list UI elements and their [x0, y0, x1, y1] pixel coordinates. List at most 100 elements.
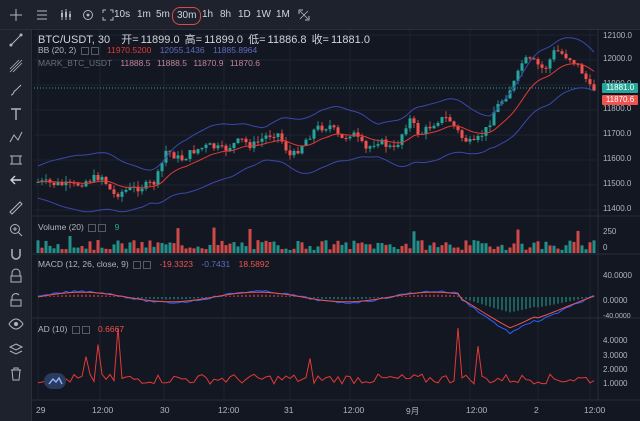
unlock-icon[interactable]	[8, 292, 24, 308]
zoom-icon[interactable]	[8, 222, 24, 238]
interval-1m[interactable]: 1m	[137, 7, 151, 23]
trend-line-icon[interactable]	[8, 32, 24, 48]
volume-bar	[208, 244, 212, 253]
interval-10s[interactable]: 10s	[114, 7, 130, 23]
drawing-toolbar	[0, 30, 32, 421]
volume-bar	[444, 242, 448, 253]
visibility-eye-icon[interactable]	[8, 316, 24, 332]
candle-body	[528, 57, 532, 59]
volume-bar	[148, 240, 152, 253]
interval-1w[interactable]: 1W	[256, 7, 271, 23]
volume-settings-icon[interactable]	[88, 223, 97, 232]
volume-bar	[396, 249, 400, 253]
volume-bar	[340, 244, 344, 253]
macd-close-icon[interactable]	[143, 260, 152, 269]
volume-bar	[192, 248, 196, 253]
lock-drawings-icon[interactable]	[8, 268, 24, 284]
volume-bar	[380, 243, 384, 253]
fullscreen-expand-icon[interactable]	[296, 7, 312, 23]
candle-body	[588, 79, 592, 85]
volume-bar	[400, 245, 404, 253]
candle-body	[392, 145, 396, 147]
interval-5m[interactable]: 5m	[156, 7, 170, 23]
volume-bar	[60, 249, 64, 253]
ad-settings-icon[interactable]	[71, 325, 80, 334]
candle-body	[388, 145, 392, 147]
pattern-tool-icon[interactable]	[8, 130, 24, 146]
ad-axis-label: 3.0000	[603, 351, 628, 360]
bb-settings-icon[interactable]	[80, 46, 89, 55]
volume-bar	[588, 242, 592, 253]
bb-close-icon[interactable]	[90, 46, 99, 55]
logo-badge-icon	[44, 373, 66, 389]
magnet-icon[interactable]	[8, 246, 24, 262]
candle-body	[540, 64, 544, 68]
candle-body	[376, 144, 380, 146]
trash-icon[interactable]	[8, 366, 24, 382]
volume-bar	[36, 240, 40, 253]
mark-price-tag: 11870.6	[602, 95, 638, 105]
candle-body	[560, 51, 564, 54]
fib-tool-icon[interactable]	[8, 58, 24, 74]
ad-close-icon[interactable]	[81, 325, 90, 334]
candle-body	[568, 58, 572, 61]
candle-body	[364, 140, 368, 149]
volume-bar	[404, 243, 408, 253]
volume-bar	[124, 248, 128, 253]
candle-body	[268, 135, 272, 137]
candle-style-icon[interactable]	[58, 7, 74, 23]
volume-bar	[248, 228, 252, 253]
interval-30m[interactable]: 30m	[172, 7, 202, 25]
candle-body	[256, 141, 260, 143]
candle-body	[580, 64, 584, 74]
back-arrow-icon[interactable]	[8, 172, 24, 188]
candle-body	[272, 136, 276, 138]
text-tool-icon[interactable]	[8, 106, 24, 122]
candle-body	[76, 183, 80, 186]
candle-body	[368, 146, 372, 149]
menu-icon[interactable]	[34, 7, 50, 23]
brush-icon[interactable]	[8, 82, 24, 98]
candle-body	[564, 53, 568, 59]
volume-bar	[392, 247, 396, 253]
volume-bar	[424, 249, 428, 253]
volume-bar	[92, 249, 96, 253]
volume-bar	[76, 247, 80, 253]
candle-body	[472, 138, 476, 141]
low-value: 11886.8	[267, 34, 307, 46]
candle-body	[572, 60, 576, 64]
settings-icon[interactable]	[80, 7, 96, 23]
candle-body	[408, 118, 412, 129]
candle-body	[120, 191, 124, 197]
volume-bar	[532, 242, 536, 253]
candle-body	[344, 138, 348, 140]
candle-body	[468, 138, 472, 142]
layers-icon[interactable]	[8, 342, 24, 358]
price-chart[interactable]	[32, 30, 640, 421]
volume-bar	[212, 227, 216, 253]
volume-bar	[580, 245, 584, 253]
interval-8h[interactable]: 8h	[220, 7, 231, 23]
measure-tool-icon[interactable]	[8, 152, 24, 168]
interval-1month[interactable]: 1M	[276, 7, 290, 23]
candle-body	[192, 150, 196, 154]
candle-body	[92, 174, 96, 182]
bb-basis-value: 11970.5200	[107, 45, 152, 55]
volume-bar	[164, 244, 168, 253]
volume-bar	[316, 246, 320, 253]
crosshair-icon[interactable]	[8, 7, 24, 23]
interval-1d[interactable]: 1D	[238, 7, 251, 23]
candle-body	[124, 190, 128, 192]
volume-bar	[196, 246, 200, 253]
volume-close-icon[interactable]	[98, 223, 107, 232]
volume-bar	[352, 240, 356, 253]
interval-1h[interactable]: 1h	[202, 7, 213, 23]
volume-bar	[376, 242, 380, 253]
candle-body	[204, 144, 208, 148]
candle-body	[316, 125, 320, 130]
candle-body	[584, 73, 588, 80]
time-axis-label: 12:00	[343, 405, 365, 415]
macd-settings-icon[interactable]	[133, 260, 142, 269]
ruler-icon[interactable]	[8, 200, 24, 216]
mark-v4: 11870.6	[229, 58, 260, 68]
